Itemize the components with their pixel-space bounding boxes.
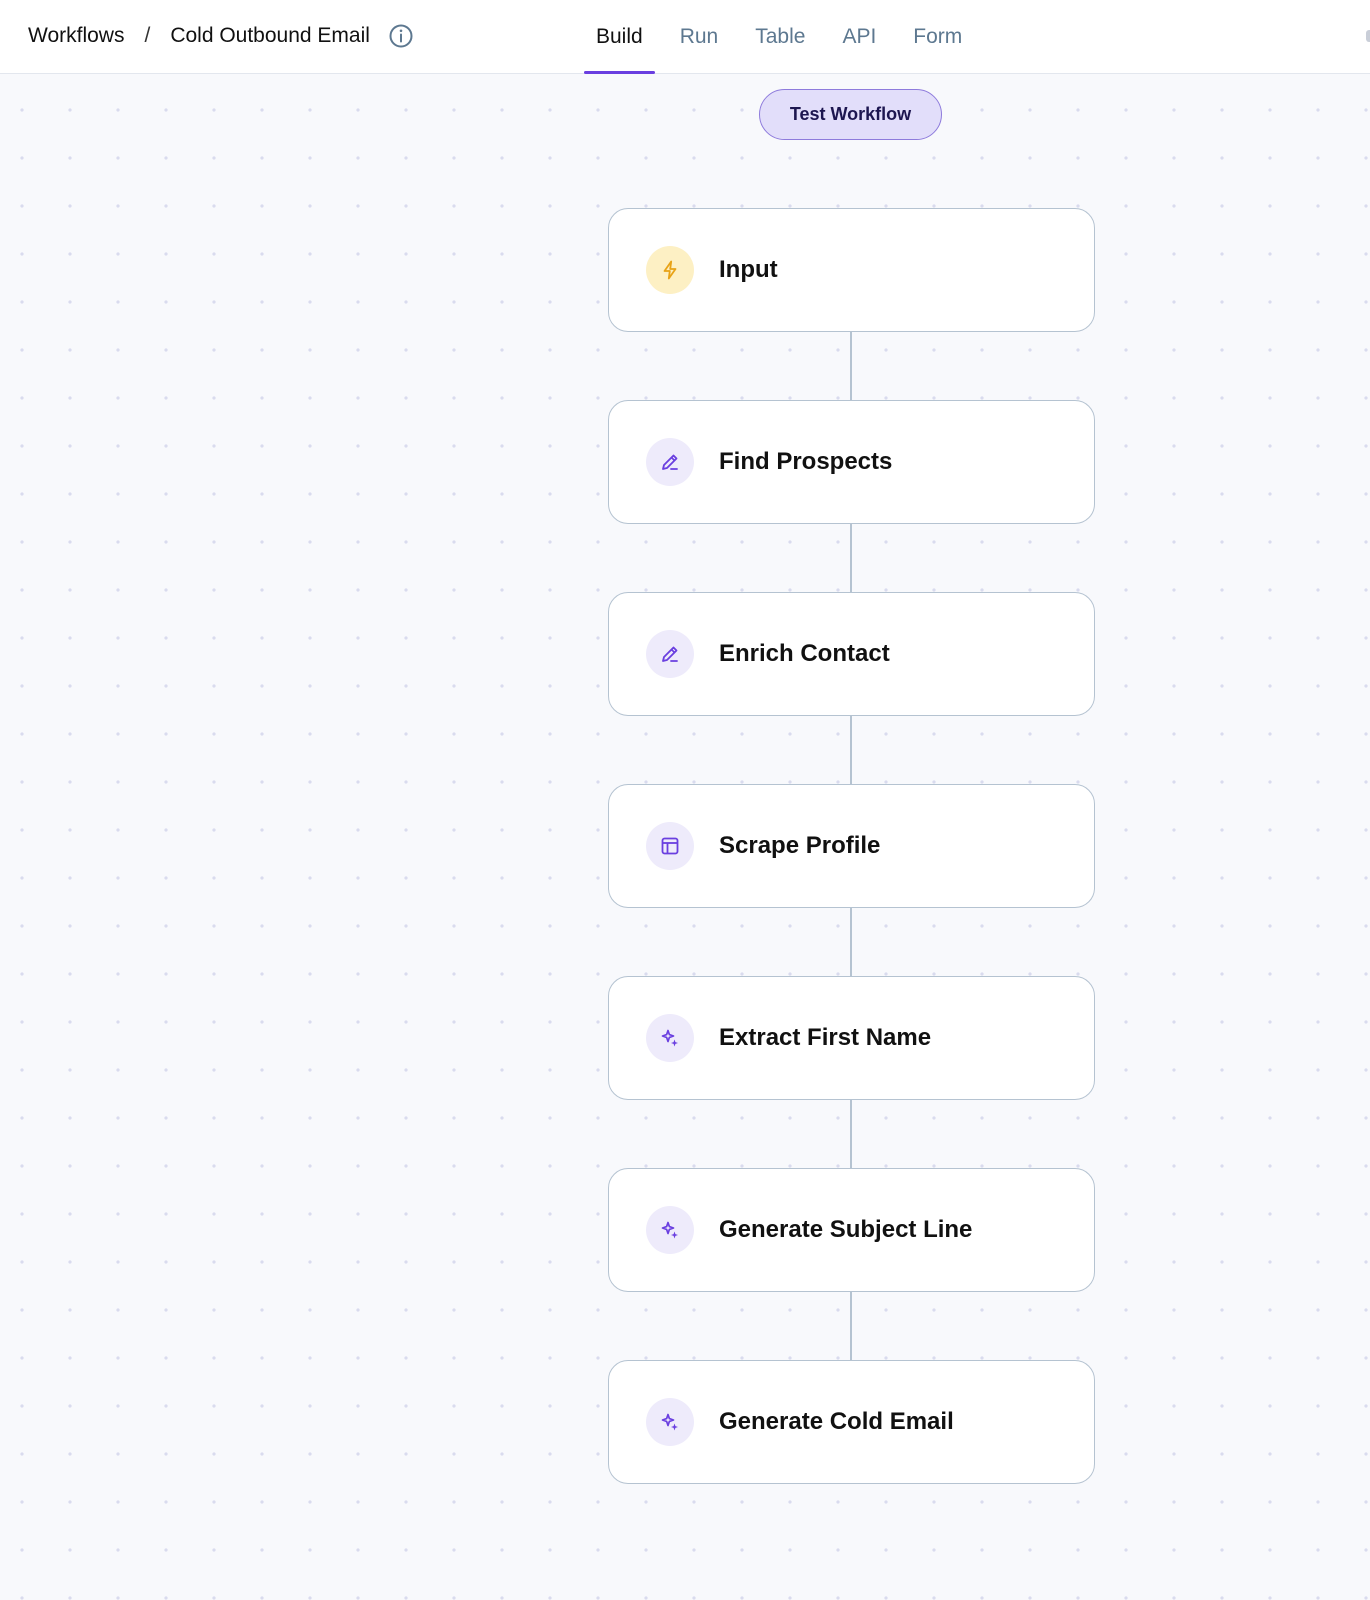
tab-build[interactable]: Build xyxy=(584,0,655,74)
test-workflow-button[interactable]: Test Workflow xyxy=(759,89,942,140)
sparkle-icon xyxy=(646,1206,694,1254)
info-circle-icon[interactable] xyxy=(388,23,414,49)
breadcrumb-workflows-link[interactable]: Workflows xyxy=(28,24,124,48)
node-label: Find Prospects xyxy=(719,448,893,475)
node-scrape-profile[interactable]: Scrape Profile xyxy=(608,784,1095,908)
pencil-icon xyxy=(646,438,694,486)
breadcrumb: Workflows / Cold Outbound Email xyxy=(28,0,414,72)
connector-line xyxy=(850,1292,852,1360)
node-enrich-contact[interactable]: Enrich Contact xyxy=(608,592,1095,716)
workflow-canvas: Input Find Prospects Enrich Contact Scra… xyxy=(608,208,1095,1484)
tab-form[interactable]: Form xyxy=(901,0,974,73)
sparkle-icon xyxy=(646,1014,694,1062)
layout-icon xyxy=(646,822,694,870)
lightning-icon xyxy=(646,246,694,294)
node-label: Input xyxy=(719,256,778,283)
node-generate-subject-line[interactable]: Generate Subject Line xyxy=(608,1168,1095,1292)
connector-line xyxy=(850,716,852,784)
node-label: Scrape Profile xyxy=(719,832,881,859)
node-label: Generate Subject Line xyxy=(719,1216,973,1243)
top-bar: Workflows / Cold Outbound Email Build Ru… xyxy=(0,0,1370,74)
breadcrumb-current: Cold Outbound Email xyxy=(170,24,370,47)
connector-line xyxy=(850,524,852,592)
breadcrumb-separator: / xyxy=(144,24,151,47)
node-label: Extract First Name xyxy=(719,1024,932,1051)
node-label: Generate Cold Email xyxy=(719,1408,954,1435)
pencil-icon xyxy=(646,630,694,678)
node-input[interactable]: Input xyxy=(608,208,1095,332)
connector-line xyxy=(850,908,852,976)
node-label: Enrich Contact xyxy=(719,640,890,667)
tab-run[interactable]: Run xyxy=(668,0,731,73)
edge-handle xyxy=(1366,30,1370,42)
tab-api[interactable]: API xyxy=(830,0,888,73)
sparkle-icon xyxy=(646,1398,694,1446)
node-generate-cold-email[interactable]: Generate Cold Email xyxy=(608,1360,1095,1484)
view-tabs: Build Run Table API Form xyxy=(584,0,987,74)
node-extract-first-name[interactable]: Extract First Name xyxy=(608,976,1095,1100)
connector-line xyxy=(850,1100,852,1168)
node-find-prospects[interactable]: Find Prospects xyxy=(608,400,1095,524)
tab-table[interactable]: Table xyxy=(743,0,817,73)
connector-line xyxy=(850,332,852,400)
